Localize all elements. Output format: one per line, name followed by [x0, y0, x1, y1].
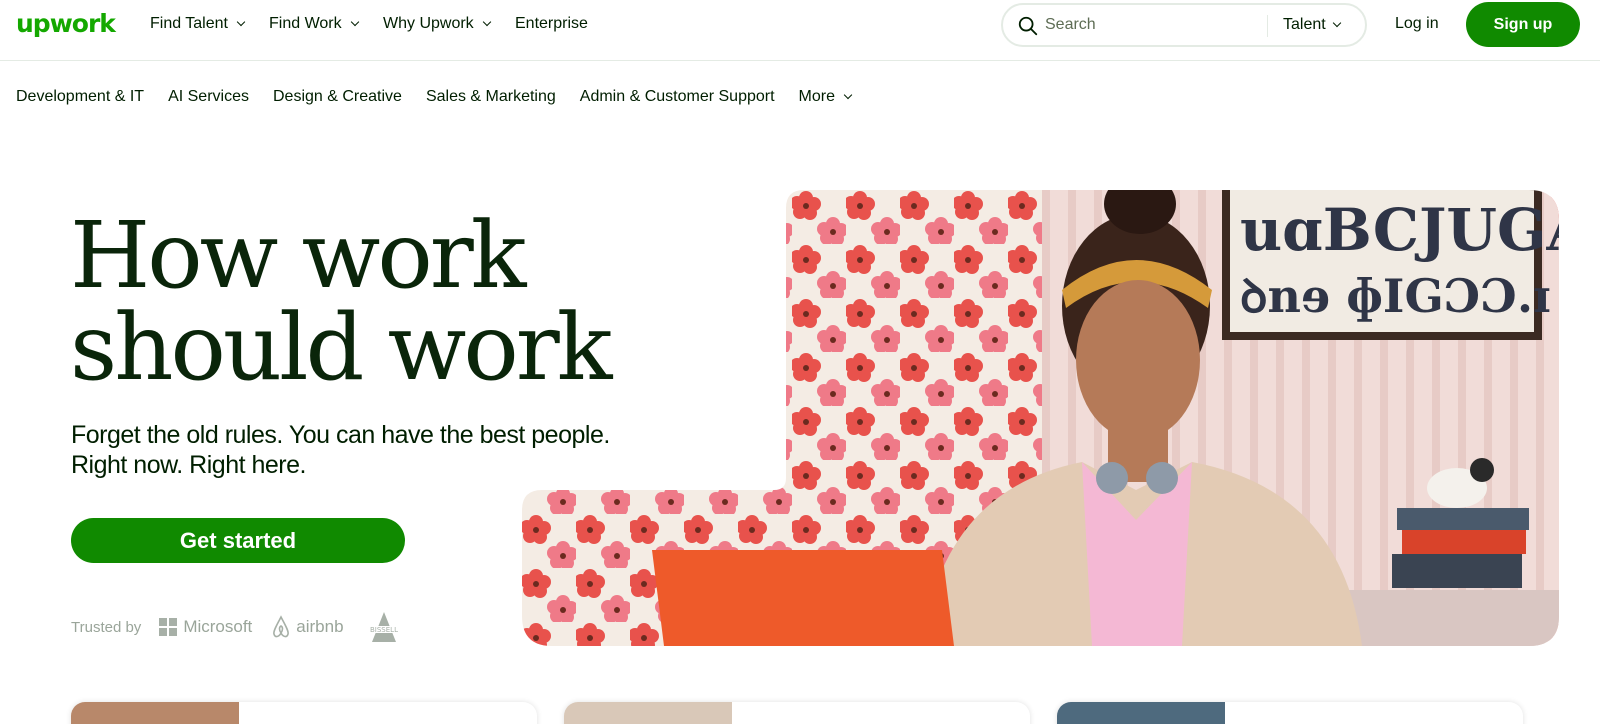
- nav-find-work[interactable]: Find Work: [269, 15, 359, 33]
- signup-button[interactable]: Sign up: [1466, 2, 1580, 47]
- nav-enterprise-label: Enterprise: [515, 15, 588, 32]
- card-thumbnail: [564, 702, 732, 724]
- search-divider: [1267, 15, 1268, 37]
- nav-enterprise[interactable]: Enterprise: [515, 15, 588, 33]
- card-thumbnail: [71, 702, 239, 724]
- chevron-down-icon: [843, 90, 853, 100]
- nav-find-talent[interactable]: Find Talent: [150, 15, 246, 33]
- category-label: Development & IT: [16, 88, 145, 105]
- airbnb-logo-text: airbnb: [296, 617, 344, 636]
- category-more[interactable]: More: [798, 88, 853, 106]
- category-design-creative[interactable]: Design & Creative: [273, 88, 402, 106]
- category-sales-marketing[interactable]: Sales & Marketing: [426, 88, 556, 106]
- bissell-logo: BISSELL: [362, 612, 405, 642]
- chevron-down-icon: [482, 17, 491, 27]
- category-navigation: Development & IT AI Services Design & Cr…: [16, 88, 853, 106]
- category-development-it[interactable]: Development & IT: [16, 88, 144, 106]
- microsoft-logo-text: Microsoft: [183, 617, 253, 636]
- category-card[interactable]: [71, 702, 537, 724]
- upwork-logo[interactable]: upwork: [16, 9, 116, 38]
- category-ai-services[interactable]: AI Services: [168, 88, 249, 106]
- hero-photo: uɑBCJUGAtZ ꝺnɘ ɸIGƆƆ.ɪ: [522, 190, 1559, 646]
- category-admin-support[interactable]: Admin & Customer Support: [580, 88, 775, 106]
- category-label: More: [798, 88, 835, 105]
- search-icon[interactable]: [1017, 15, 1039, 37]
- svg-text:BISSELL: BISSELL: [370, 626, 398, 634]
- airbnb-logo: airbnb: [270, 615, 344, 639]
- trusted-by-label: Trusted by: [71, 618, 142, 636]
- chevron-down-icon: [236, 17, 246, 27]
- search-scope-dropdown[interactable]: Talent: [1283, 16, 1341, 34]
- card-thumbnail: [1057, 702, 1225, 724]
- login-link[interactable]: Log in: [1395, 15, 1439, 33]
- category-label: Sales & Marketing: [425, 88, 556, 105]
- svg-text:uɑBCJUGAtZ: uɑBCJUGAtZ: [1240, 196, 1559, 264]
- search-scope-label: Talent: [1283, 16, 1326, 33]
- top-navigation: upwork Find Talent Find Work Why Upwork …: [0, 0, 1600, 61]
- microsoft-grid-icon: [159, 618, 178, 636]
- nav-find-work-label: Find Work: [269, 15, 342, 32]
- category-card[interactable]: [564, 702, 1030, 724]
- microsoft-logo: Microsoft: [159, 617, 252, 637]
- search-input[interactable]: [1045, 14, 1255, 36]
- chevron-down-icon: [350, 17, 359, 27]
- category-card[interactable]: [1057, 702, 1523, 724]
- trusted-by-row: Trusted by Microsoft airbnb BISSELL: [71, 610, 406, 644]
- category-label: AI Services: [168, 88, 249, 105]
- airbnb-icon: [273, 615, 290, 638]
- svg-text:ꝺnɘ ɸIGƆƆ.ɪ: ꝺnɘ ɸIGƆƆ.ɪ: [1240, 269, 1550, 323]
- get-started-button[interactable]: Get started: [71, 518, 405, 563]
- search-bar: Talent: [1001, 3, 1367, 47]
- nav-why-upwork-label: Why Upwork: [383, 15, 474, 32]
- category-label: Design & Creative: [272, 88, 402, 105]
- nav-why-upwork[interactable]: Why Upwork: [383, 15, 491, 33]
- chevron-down-icon: [1332, 18, 1341, 28]
- category-label: Admin & Customer Support: [579, 88, 775, 105]
- nav-find-talent-label: Find Talent: [150, 15, 228, 32]
